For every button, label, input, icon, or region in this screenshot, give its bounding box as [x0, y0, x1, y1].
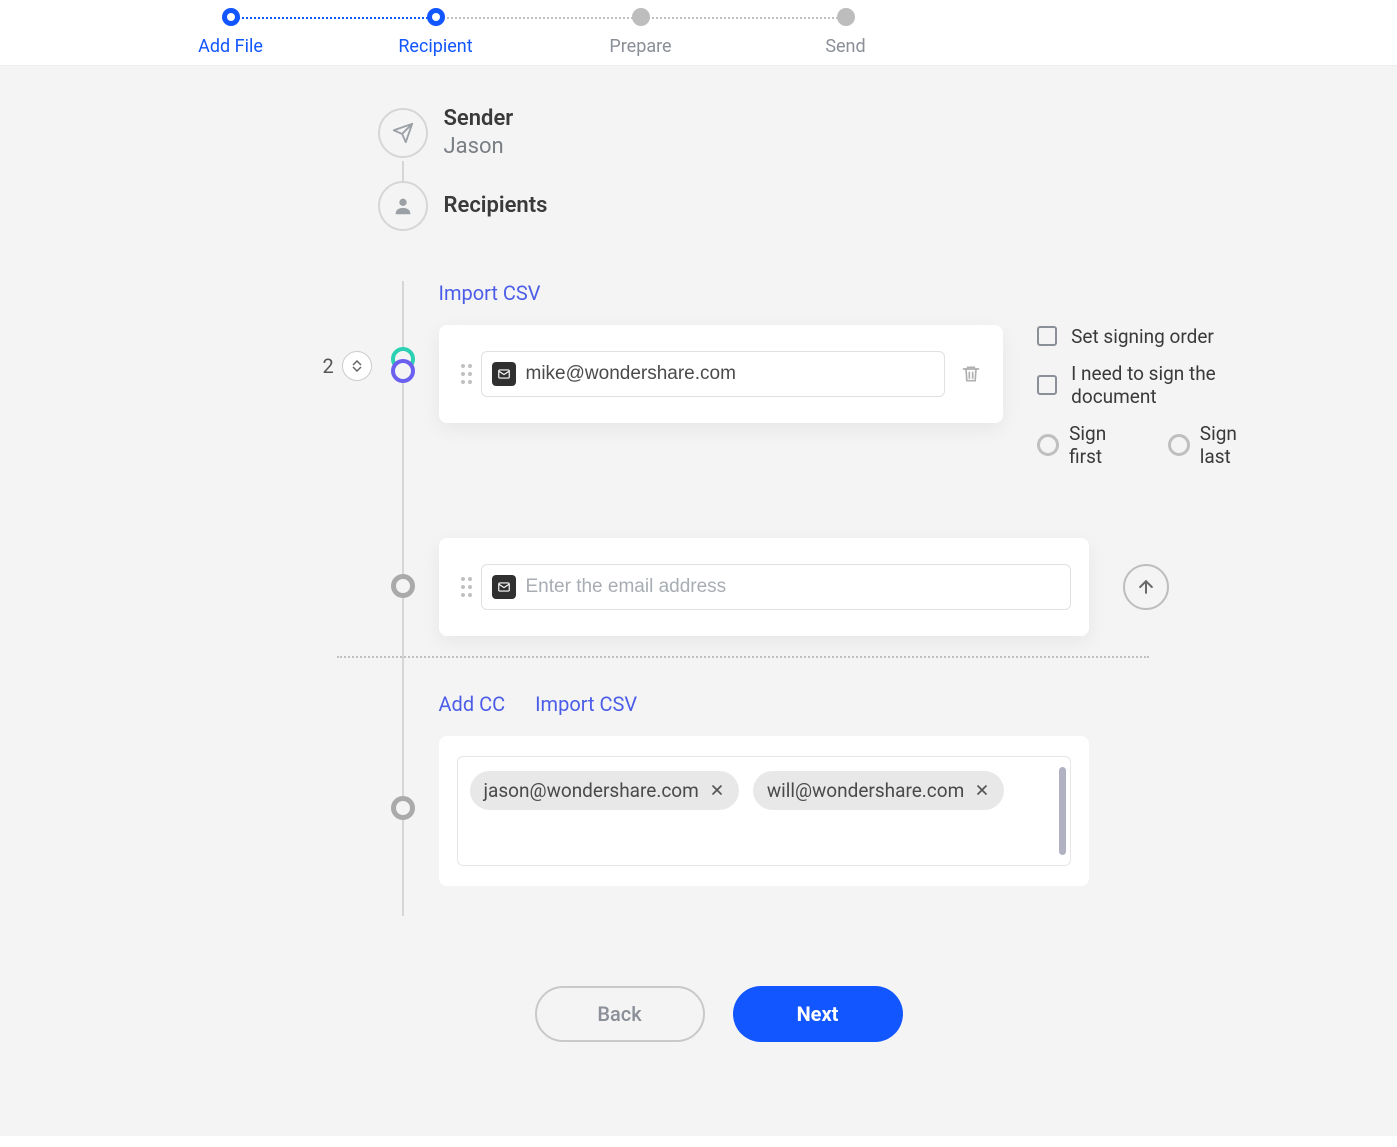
- step-label: Send: [825, 36, 865, 57]
- import-csv-link[interactable]: Import CSV: [439, 281, 541, 305]
- step-prepare[interactable]: Prepare: [538, 8, 743, 57]
- section-divider: [337, 656, 1149, 658]
- stepper-bar: Add File Recipient Prepare Send: [0, 0, 1397, 66]
- timeline-segment: [402, 161, 404, 181]
- next-button[interactable]: Next: [733, 986, 903, 1042]
- recipient-badges: [391, 347, 415, 383]
- add-cc-link[interactable]: Add CC: [439, 692, 506, 716]
- move-up-button[interactable]: [1123, 564, 1169, 610]
- step-recipient[interactable]: Recipient: [333, 8, 538, 57]
- need-sign-checkbox[interactable]: I need to sign the document: [1037, 362, 1268, 408]
- envelope-icon: [492, 362, 516, 386]
- footer-buttons: Back Next: [169, 986, 1269, 1042]
- step-label: Add File: [198, 36, 263, 57]
- email-field-wrap: [481, 351, 946, 397]
- recipient-card: [439, 325, 1004, 423]
- step-add-file[interactable]: Add File: [128, 8, 333, 57]
- sign-last-radio[interactable]: Sign last: [1168, 422, 1269, 468]
- signing-options: Set signing order I need to sign the doc…: [1037, 325, 1268, 468]
- recipient-email-input[interactable]: [526, 363, 935, 385]
- order-stepper-button[interactable]: [342, 351, 372, 381]
- drag-handle-icon[interactable]: [457, 573, 469, 601]
- recipients-block: Recipients: [378, 181, 1269, 231]
- cc-card: jason@wondershare.com will@wondershare.c…: [439, 736, 1089, 886]
- sign-first-radio[interactable]: Sign first: [1037, 422, 1140, 468]
- person-icon: [378, 181, 428, 231]
- back-button[interactable]: Back: [535, 986, 705, 1042]
- envelope-icon: [492, 575, 516, 599]
- sender-block: Sender Jason: [378, 106, 1269, 161]
- step-label: Prepare: [609, 36, 671, 57]
- sender-name: Jason: [444, 134, 514, 160]
- import-cc-csv-link[interactable]: Import CSV: [535, 692, 637, 716]
- timeline-marker: [391, 574, 415, 598]
- option-label: Set signing order: [1071, 325, 1214, 348]
- cc-chip-email: will@wondershare.com: [767, 779, 964, 802]
- paper-plane-icon: [378, 108, 428, 158]
- order-stepper: 2: [323, 351, 372, 381]
- option-label: Sign last: [1200, 422, 1269, 468]
- remove-chip-button[interactable]: [709, 782, 725, 798]
- sender-label: Sender: [444, 106, 514, 132]
- email-field-wrap: [481, 564, 1071, 610]
- option-label: Sign first: [1069, 422, 1140, 468]
- remove-chip-button[interactable]: [974, 782, 990, 798]
- cc-input-area[interactable]: jason@wondershare.com will@wondershare.c…: [457, 756, 1071, 866]
- option-label: I need to sign the document: [1071, 362, 1268, 408]
- delete-recipient-button[interactable]: [957, 360, 985, 388]
- step-label: Recipient: [398, 36, 472, 57]
- timeline-marker: [391, 796, 415, 820]
- recipients-label: Recipients: [444, 193, 548, 218]
- cc-chip-email: jason@wondershare.com: [484, 779, 699, 802]
- cc-chip: will@wondershare.com: [753, 771, 1004, 810]
- step-send[interactable]: Send: [743, 8, 948, 57]
- set-signing-order-checkbox[interactable]: Set signing order: [1037, 325, 1268, 348]
- recipient-email-input[interactable]: [526, 576, 1060, 598]
- recipient-card-empty: [439, 538, 1089, 636]
- scrollbar-indicator[interactable]: [1059, 767, 1066, 855]
- stack-count: 2: [323, 354, 334, 378]
- drag-handle-icon[interactable]: [457, 360, 469, 388]
- cc-chip: jason@wondershare.com: [470, 771, 739, 810]
